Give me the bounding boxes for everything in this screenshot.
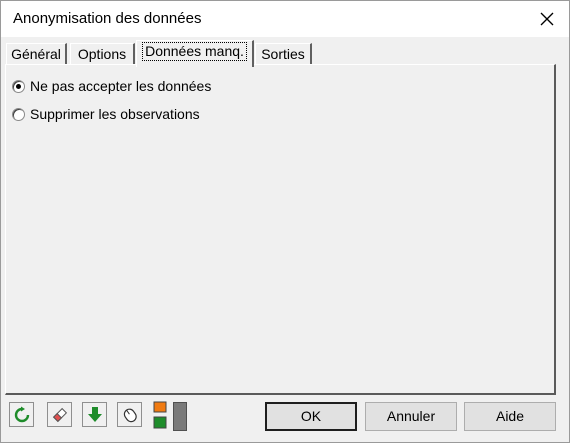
tab-label: Données manq. [142,42,247,61]
color-toggle-icon [153,401,167,429]
close-button[interactable] [537,9,557,29]
down-button[interactable] [82,402,107,427]
tab-label: Général [11,46,61,62]
tab-sorties[interactable]: Sorties [255,43,312,65]
cancel-button[interactable]: Annuler [365,402,457,431]
tab-general[interactable]: Général [6,43,67,65]
radio-remove-observations[interactable]: Supprimer les observations [12,105,200,123]
window-title: Anonymisation des données [13,10,202,27]
color-toggle-button[interactable] [152,401,171,429]
reset-icon [14,406,29,422]
reset-button[interactable] [9,402,34,427]
radio-button-checked[interactable] [12,79,25,93]
tab-label: Sorties [261,46,305,62]
tab-donnees-manquantes[interactable]: Données manq. [136,40,254,67]
clear-button[interactable] [47,402,72,427]
mouse-icon [123,408,137,422]
radio-label: Supprimer les observations [30,106,200,122]
tab-options[interactable]: Options [70,43,135,65]
close-icon [540,12,554,26]
eraser-icon [52,407,67,422]
down-arrow-icon [87,406,102,422]
title-bar: Anonymisation des données [1,1,569,37]
help-button[interactable]: Aide [464,402,556,431]
mouse-button[interactable] [117,402,142,427]
radio-reject-missing[interactable]: Ne pas accepter les données [12,77,211,95]
radio-label: Ne pas accepter les données [30,78,212,94]
radio-button[interactable] [12,107,25,121]
tab-label: Options [77,46,127,62]
ok-button[interactable]: OK [265,402,357,431]
tab-panel: Ne pas accepter les données Supprimer le… [5,64,556,395]
dialog-window: Anonymisation des données Général Option… [0,0,570,443]
toggle-handle[interactable] [173,402,187,431]
